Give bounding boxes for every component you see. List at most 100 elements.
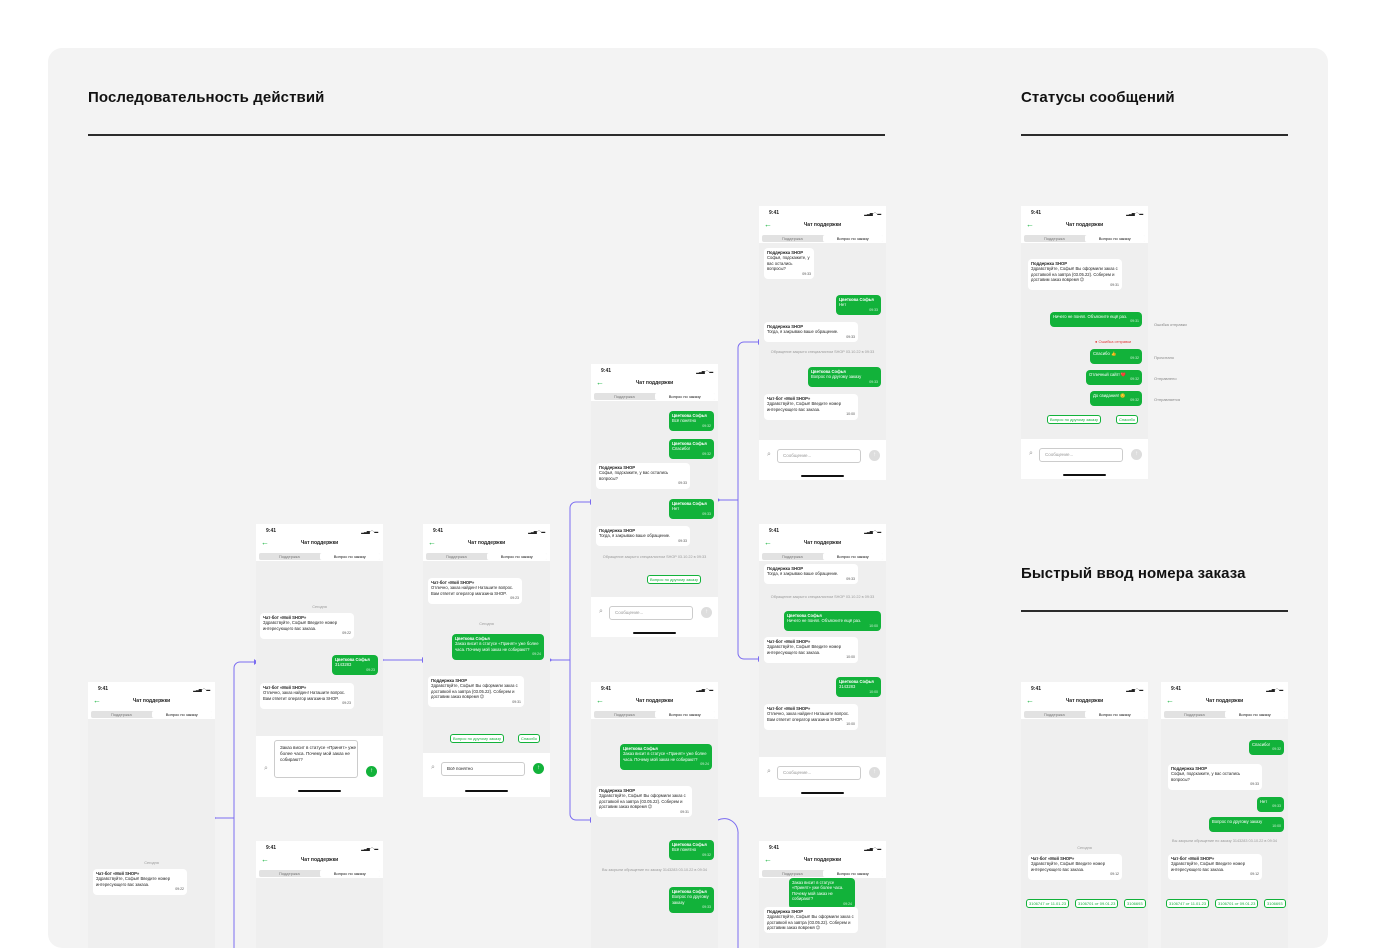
order-chip[interactable]: 3106693 <box>1124 899 1146 908</box>
send-button[interactable]: ↑ <box>869 767 880 778</box>
quick-reply-thanks[interactable]: Спасибо <box>1116 415 1139 424</box>
phone-message-statuses: 9:41 ▂▃▅ ◠ ▬ ← Чат поддержки Поддержка Воп… <box>1021 206 1148 479</box>
status-label-received: Прочитано <box>1154 355 1174 360</box>
user-message: Цветкова Софья 3143283 09:23 <box>332 655 378 676</box>
order-chip[interactable]: 3106701 от 09.01.23 <box>1075 899 1119 908</box>
user-message-sending: До свидания! 🙂 09:32 <box>1090 391 1142 406</box>
order-chip[interactable]: 3106747 от 11.01.23 <box>1166 899 1210 908</box>
heading-statuses: Статусы сообщений <box>1021 89 1175 106</box>
message-input[interactable]: Всё понятно <box>441 762 525 776</box>
user-message-error: Ничего не понял. Объясните ещё раз. 09:31 <box>1050 312 1142 327</box>
order-chip[interactable]: 3106693 <box>1264 899 1286 908</box>
home-indicator <box>1063 474 1106 476</box>
tab-support[interactable]: Поддержка <box>594 393 655 400</box>
support-message: Поддержка SHOP Здравствуйте, Софья! Вы оф… <box>428 676 524 708</box>
order-chip[interactable]: 3106701 от 09.01.23 <box>1215 899 1259 908</box>
tab-support[interactable]: Поддержка <box>259 553 320 560</box>
phone-d-support-reply: 9:41 ▂▃▅ ◠ ▬ ← Чат поддержки Поддержка Воп… <box>423 524 550 797</box>
tab-support[interactable]: Поддержка <box>259 870 320 877</box>
tab-support[interactable]: Поддержка <box>1164 711 1225 718</box>
bot-message: Чат-бот «Мой SHOP» Здравствуйте, Софья! В… <box>93 869 187 895</box>
home-indicator <box>801 475 844 477</box>
send-button[interactable]: ↑ <box>869 450 880 461</box>
message-composer: ⌕ Сообщение... ↑ <box>759 440 886 480</box>
status-icons: ▂▃▅ ◠ ▬ <box>193 687 210 692</box>
phone-a-start: 9:41 ▂▃▅ ◠ ▬ ← Чат поддержки Поддержка В… <box>88 682 215 948</box>
user-message-read: Спасибо 👍 09:32 <box>1090 349 1142 364</box>
tab-order-question[interactable]: Вопрос по заказу <box>654 711 715 718</box>
message-input[interactable]: Сообщение... <box>777 766 861 780</box>
quick-reply-other-order[interactable]: Вопрос по другому заказу <box>450 734 505 743</box>
system-closed-notice: Вы закрыли обращение по заказу 3143283 0… <box>602 868 707 872</box>
attach-icon[interactable]: ⌕ <box>599 608 603 615</box>
bot-message: Чат-бот «Мой SHOP» Отлично, заказ найден!… <box>428 578 522 604</box>
artboard: Последовательность действий Статусы сооб… <box>48 48 1328 948</box>
user-message: Спасибо! 09:32 <box>1249 740 1284 755</box>
user-message-sent: Отличный сайт! ❤️ 09:32 <box>1086 370 1142 385</box>
divider-statuses <box>1021 134 1288 136</box>
tab-support[interactable]: Поддержка <box>594 711 655 718</box>
message-input[interactable]: Сообщение... <box>1039 448 1123 462</box>
tab-order-question[interactable]: Вопрос по заказу <box>1224 711 1285 718</box>
support-message: Поддержка SHOP Тогда, я закрываю ваше обр… <box>764 564 858 585</box>
quick-reply-other-order[interactable]: Вопрос по другому заказу <box>1047 415 1102 424</box>
send-button[interactable]: ↑ <box>701 607 712 618</box>
user-message: Цветкова Софья Всё понятно 09:32 <box>669 840 714 861</box>
attach-icon[interactable]: ⌕ <box>767 768 771 775</box>
send-button[interactable]: ↑ <box>1131 449 1142 460</box>
message-composer: ⌕ Сообщение... ↑ <box>759 757 886 797</box>
phone-g-other-order: 9:41 ▂▃▅ ◠ ▬ ← Чат поддержки Поддержка Воп… <box>759 206 886 480</box>
attach-icon[interactable]: ⌕ <box>431 764 435 771</box>
phone-b-order-entered: 9:41 ▂▃▅ ◠ ▬ ← Чат поддержки Поддержка Воп… <box>256 524 383 797</box>
attach-icon[interactable]: ⌕ <box>767 451 771 458</box>
tab-order-question[interactable]: Вопрос по заказу <box>486 553 547 560</box>
message-input[interactable]: Сообщение... <box>777 449 861 463</box>
user-message: Цветкова Софья Заказ висит в статусе «При… <box>452 634 544 660</box>
message-composer: ⌕ Сообщение... ↑ <box>1021 439 1148 479</box>
user-message: Цветкова Софья Нет 09:33 <box>669 499 714 520</box>
user-message: Вопрос по другому заказу 10:00 <box>1209 817 1284 832</box>
support-message: Поддержка SHOP Софья, подскажите, у вас о… <box>596 463 690 489</box>
tab-support[interactable]: Поддержка <box>762 235 823 242</box>
order-chip[interactable]: 3106747 от 11.01.23 <box>1026 899 1070 908</box>
date-separator: Сегодня <box>312 605 327 609</box>
tab-support[interactable]: Поддержка <box>762 870 823 877</box>
tab-order-question[interactable]: Вопрос по заказу <box>319 870 380 877</box>
send-button[interactable]: ↑ <box>533 763 544 774</box>
tab-order-question[interactable]: Вопрос по заказу <box>822 870 883 877</box>
tab-support[interactable]: Поддержка <box>762 553 823 560</box>
support-message: Поддержка SHOP Тогда, я закрываю ваше обр… <box>596 526 690 547</box>
home-indicator <box>801 792 844 794</box>
bot-message: Чат-бот «Мой SHOP» Здравствуйте, Софья! В… <box>260 613 354 639</box>
tab-order-question[interactable]: Вопрос по заказу <box>151 711 212 718</box>
tab-support[interactable]: Поддержка <box>91 711 152 718</box>
send-button[interactable]: ↑ <box>366 766 377 777</box>
tab-order-question[interactable]: Вопрос по заказу <box>319 553 380 560</box>
tab-order-question[interactable]: Вопрос по заказу <box>654 393 715 400</box>
bot-message: Чат-бот «Мой SHOP» Отлично, заказ найден!… <box>764 704 858 730</box>
system-closed-notice: Обращение закрыто специалистом SHOP 03.1… <box>770 595 875 599</box>
quick-reply-other-order[interactable]: Вопрос по другому заказу <box>647 575 702 584</box>
phone-e-closing: 9:41 ▂▃▅ ◠ ▬ ← Чат поддержки Поддержка Воп… <box>591 364 718 637</box>
tab-support[interactable]: Поддержка <box>1024 235 1085 242</box>
message-input[interactable]: Сообщение... <box>609 606 693 620</box>
tab-order-question[interactable]: Вопрос по заказу <box>1084 235 1145 242</box>
tab-support[interactable]: Поддержка <box>426 553 487 560</box>
tab-support[interactable]: Поддержка <box>1024 711 1085 718</box>
tab-order-question[interactable]: Вопрос по заказу <box>822 553 883 560</box>
attach-icon[interactable]: ⌕ <box>1029 450 1033 457</box>
quick-reply-thanks[interactable]: Спасибо <box>518 734 541 743</box>
tab-order-question[interactable]: Вопрос по заказу <box>1084 711 1145 718</box>
support-message: Поддержка SHOP Софья, подскажите, у вас о… <box>1168 764 1262 790</box>
attach-icon[interactable]: ⌕ <box>264 765 268 772</box>
home-indicator <box>633 632 676 634</box>
support-message: Поддержка SHOP Тогда, я закрываю ваше обр… <box>764 322 858 343</box>
divider-quick-input <box>1021 610 1288 612</box>
tab-order-question[interactable]: Вопрос по заказу <box>822 235 883 242</box>
home-indicator <box>298 790 341 792</box>
message-input[interactable]: Заказ висит в статусе «Принят» уже более… <box>274 740 358 778</box>
error-indicator[interactable]: ● Ошибка отправки <box>1095 339 1131 344</box>
user-message: Цветкова Софья Заказ висит в статусе «При… <box>620 744 712 770</box>
bot-message: Чат-бот «Мой SHOP» Здравствуйте, Софья! В… <box>1168 854 1262 880</box>
user-message: Цветкова Софья Всё понятно 09:32 <box>669 411 714 432</box>
